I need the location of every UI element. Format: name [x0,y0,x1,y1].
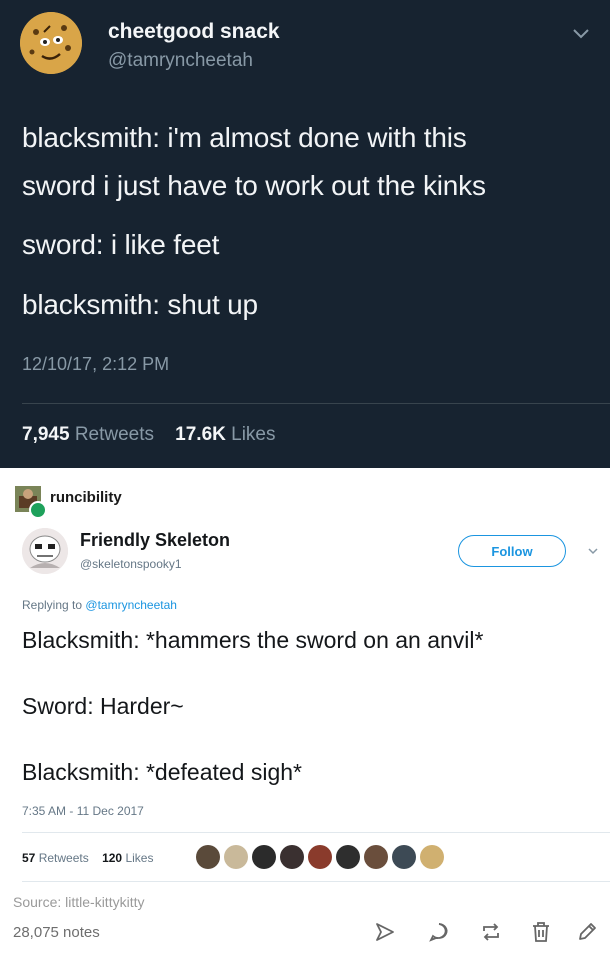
divider [22,881,610,882]
liker-avatar[interactable] [252,845,276,869]
tweet-card: cheetgood snack @tamryncheetah blacksmit… [0,0,610,468]
post-stats: 57 Retweets 120 Likes [22,851,153,865]
liker-avatar[interactable] [336,845,360,869]
liker-avatar[interactable] [392,845,416,869]
like-count[interactable]: 120 [102,851,122,865]
pencil-icon[interactable] [574,919,600,945]
author-handle[interactable]: @skeletonspooky1 [80,557,182,571]
screenshot: cheetgood snack @tamryncheetah blacksmit… [0,0,610,960]
retweet-count[interactable]: 7,945 [22,424,70,445]
replying-handle-link[interactable]: @tamryncheetah [85,598,177,612]
post-timestamp[interactable]: 7:35 AM - 11 Dec 2017 [22,804,144,818]
tweet-timestamp[interactable]: 12/10/17, 2:12 PM [22,354,169,375]
tweet-text-line: blacksmith: shut up [22,289,258,320]
reblog-badge-icon [29,501,47,519]
retweet-label[interactable]: Retweets [75,424,154,445]
post-text-line: Blacksmith: *hammers the sword on an anv… [22,627,484,653]
retweet-label[interactable]: Retweets [39,851,89,865]
avatar[interactable] [22,528,68,574]
trash-icon[interactable] [528,919,554,945]
divider [22,403,610,404]
display-name[interactable]: cheetgood snack [108,20,280,44]
liker-avatar[interactable] [196,845,220,869]
send-icon[interactable] [372,919,398,945]
post-text-line: Sword: Harder~ [22,693,184,719]
liker-avatar[interactable] [280,845,304,869]
retweet-count[interactable]: 57 [22,851,35,865]
divider [22,832,610,833]
like-label[interactable]: Likes [231,424,275,445]
reblogger-name[interactable]: runcibility [50,489,122,506]
replying-to: Replying to @tamryncheetah [22,598,177,612]
replying-prefix: Replying to [22,598,83,612]
source-link[interactable]: Source: little-kittykitty [13,894,144,910]
post-text-line: Blacksmith: *defeated sigh* [22,759,302,785]
avatar[interactable] [20,12,82,74]
user-handle[interactable]: @tamryncheetah [108,50,253,72]
liker-avatar[interactable] [308,845,332,869]
liker-avatar[interactable] [224,845,248,869]
reblog-post: runcibility Friendly Skeleton @skeletons… [0,468,610,960]
liker-avatar[interactable] [420,845,444,869]
reblog-icon[interactable] [478,919,504,945]
follow-button[interactable]: Follow [458,535,566,567]
tweet-text-line: blacksmith: i'm almost done with this [22,122,467,153]
author-name[interactable]: Friendly Skeleton [80,530,230,551]
tweet-text-line: sword i just have to work out the kinks [22,170,486,201]
like-label[interactable]: Likes [125,851,153,865]
tweet-text-line: sword: i like feet [22,229,220,260]
like-count[interactable]: 17.6K [175,424,226,445]
reply-bubble-icon[interactable] [426,919,452,945]
tweet-stats: 7,945 Retweets 17.6K Likes [22,424,276,446]
chevron-down-icon[interactable] [586,544,600,558]
notes-count[interactable]: 28,075 notes [13,924,100,941]
chevron-down-icon[interactable] [570,22,592,44]
liker-avatar[interactable] [364,845,388,869]
